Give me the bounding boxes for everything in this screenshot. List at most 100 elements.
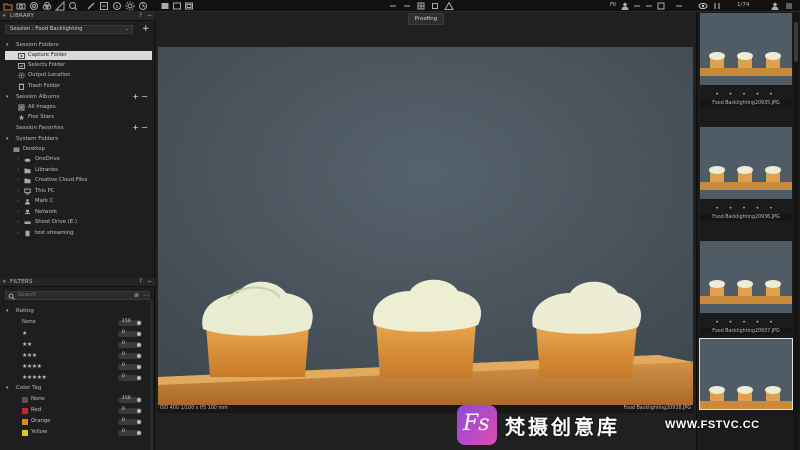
- rating-dots[interactable]: • • • • •: [700, 205, 792, 212]
- sidebar-item-onedrive[interactable]: › OneDrive: [0, 155, 155, 164]
- details-tab-icon[interactable]: [68, 1, 78, 11]
- rating-row-4-stars[interactable]: ★★★★ 0: [0, 362, 155, 371]
- rating-row-2-stars[interactable]: ★★ 0: [0, 340, 155, 349]
- rating-count-toggle[interactable]: 0: [118, 341, 142, 348]
- color-count-toggle[interactable]: 150: [118, 396, 142, 403]
- thumbnail-image[interactable]: [700, 13, 792, 85]
- sort-icon[interactable]: [712, 1, 722, 11]
- rating-count-toggle[interactable]: 0: [118, 374, 142, 381]
- panel-menu-icon[interactable]: −: [147, 12, 152, 19]
- exposure-warning-icon[interactable]: [444, 1, 454, 11]
- rating-dots[interactable]: • • • • •: [700, 319, 792, 326]
- sidebar-item-desktop[interactable]: Desktop: [0, 145, 155, 154]
- color-tag-row-yellow[interactable]: Yellow 0: [0, 428, 155, 437]
- sidebar-item-selects-folder[interactable]: Selects Folder: [0, 61, 155, 70]
- section-session-folders[interactable]: ▾ Session Folders: [0, 41, 155, 50]
- session-select[interactable]: Session : Food Backlighting ⌄: [5, 25, 133, 34]
- search-options-icon[interactable]: ⋯: [143, 292, 149, 299]
- collapse-chevron-icon[interactable]: ▾: [3, 13, 6, 19]
- rating-count-toggle[interactable]: 0: [118, 352, 142, 359]
- sidebar-item-mark-c[interactable]: › Mark C: [0, 197, 155, 206]
- pan-tool-icon[interactable]: [644, 1, 654, 11]
- color-tab-icon[interactable]: [42, 1, 52, 11]
- color-count-toggle[interactable]: 0: [118, 418, 142, 425]
- collapse-chevron-icon[interactable]: ▾: [6, 385, 9, 391]
- sidebar-item-five-stars[interactable]: Five Stars: [0, 113, 155, 122]
- add-album-button[interactable]: +: [132, 92, 139, 101]
- main-photo[interactable]: [158, 47, 693, 405]
- chevron-right-icon[interactable]: ›: [17, 156, 19, 162]
- rating-row-3-stars[interactable]: ★★★ 0: [0, 351, 155, 360]
- chevron-right-icon[interactable]: ›: [17, 198, 19, 204]
- capture-tab-icon[interactable]: [16, 1, 26, 11]
- lens-tab-icon[interactable]: [29, 1, 39, 11]
- chevron-right-icon[interactable]: ›: [17, 209, 19, 215]
- rating-count-toggle[interactable]: 0: [118, 330, 142, 337]
- brush-tab-icon[interactable]: [86, 1, 96, 11]
- chevron-right-icon[interactable]: ›: [17, 177, 19, 183]
- filters-scrollbar[interactable]: [150, 300, 153, 450]
- cursor-tool-icon[interactable]: [632, 1, 642, 11]
- multi-view-icon[interactable]: [172, 1, 182, 11]
- sidebar-item-this-pc[interactable]: › This PC: [0, 187, 155, 196]
- rating-dots[interactable]: • • • • •: [700, 91, 792, 98]
- library-tab-icon[interactable]: [3, 1, 13, 11]
- color-count-toggle[interactable]: 0: [118, 429, 142, 436]
- undo-icon[interactable]: [388, 1, 398, 11]
- rating-row-none[interactable]: None 150: [0, 318, 155, 327]
- grid-view-icon[interactable]: [184, 1, 194, 11]
- color-tag-row-orange[interactable]: Orange 0: [0, 417, 155, 426]
- chevron-right-icon[interactable]: ›: [17, 167, 19, 173]
- section-session-favorites[interactable]: Session Favorites + −: [0, 123, 155, 133]
- thumbnail-image[interactable]: [700, 241, 792, 313]
- sidebar-item-output-location[interactable]: Output Location: [0, 71, 155, 80]
- panel-menu-icon[interactable]: −: [147, 278, 152, 285]
- compare-icon[interactable]: [402, 1, 412, 11]
- menu-icon[interactable]: [784, 1, 794, 11]
- clear-search-icon[interactable]: ⊗: [134, 292, 139, 299]
- thumbnail-image[interactable]: [700, 127, 792, 199]
- collapse-chevron-icon[interactable]: ▾: [3, 279, 6, 285]
- rating-count-toggle[interactable]: 0: [118, 363, 142, 370]
- section-rating[interactable]: ▾ Rating: [0, 307, 155, 316]
- color-count-toggle[interactable]: 0: [118, 407, 142, 414]
- sidebar-item-all-images[interactable]: All Images: [0, 103, 155, 112]
- chevron-right-icon[interactable]: ›: [17, 219, 19, 225]
- section-color-tag[interactable]: ▾ Color Tag: [0, 384, 155, 393]
- color-tag-row-none[interactable]: None 150: [0, 395, 155, 404]
- grid-overlay-icon[interactable]: [416, 1, 426, 11]
- sidebar-item-capture-folder[interactable]: Capture Folder: [5, 51, 152, 60]
- section-session-albums[interactable]: ▾ Session Albums + −: [0, 92, 155, 102]
- sidebar-item-creative-cloud[interactable]: › Creative Cloud Files: [0, 176, 155, 185]
- rating-row-5-stars[interactable]: ★★★★★ 0: [0, 373, 155, 382]
- collapse-chevron-icon[interactable]: ▾: [6, 308, 9, 314]
- remove-favorite-button[interactable]: −: [141, 123, 148, 132]
- help-icon[interactable]: ?: [139, 12, 142, 19]
- sidebar-item-test-streaming[interactable]: › test streaming: [0, 229, 155, 238]
- remove-album-button[interactable]: −: [141, 92, 148, 101]
- collapse-chevron-icon[interactable]: ▾: [6, 42, 9, 48]
- color-tag-row-red[interactable]: Red 0: [0, 406, 155, 415]
- viewer-options-icon[interactable]: [674, 1, 684, 11]
- adjustments-tab-icon[interactable]: [99, 1, 109, 11]
- rating-row-1-star[interactable]: ★ 0: [0, 329, 155, 338]
- add-favorite-button[interactable]: +: [132, 123, 139, 132]
- thumbnail-image[interactable]: [699, 338, 793, 410]
- filter-search-input[interactable]: Search ⊗ ⋯: [5, 291, 150, 300]
- chevron-right-icon[interactable]: ›: [17, 188, 19, 194]
- output-tab-icon[interactable]: [125, 1, 135, 11]
- filmstrip-scrollbar[interactable]: [793, 12, 799, 450]
- exposure-tab-icon[interactable]: [55, 1, 65, 11]
- collapse-chevron-icon[interactable]: ▾: [6, 136, 9, 142]
- sidebar-item-libraries[interactable]: › Libraries: [0, 166, 155, 175]
- help-icon[interactable]: ?: [139, 278, 142, 285]
- section-system-folders[interactable]: ▾ System Folders: [0, 135, 155, 144]
- sidebar-item-network[interactable]: › Network: [0, 208, 155, 217]
- chevron-right-icon[interactable]: ›: [17, 230, 19, 236]
- batch-tab-icon[interactable]: [138, 1, 148, 11]
- collapse-chevron-icon[interactable]: ▾: [6, 94, 9, 100]
- zoom-fit-label[interactable]: Fit: [610, 2, 616, 8]
- crop-tool-icon[interactable]: [656, 1, 666, 11]
- metadata-tab-icon[interactable]: [112, 1, 122, 11]
- add-session-button[interactable]: +: [142, 24, 150, 34]
